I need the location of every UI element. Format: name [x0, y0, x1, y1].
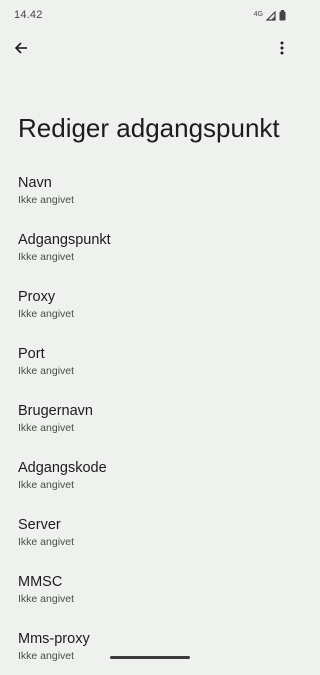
setting-title: Brugernavn — [18, 403, 93, 419]
setting-navn[interactable]: Navn Ikke angivet — [0, 162, 300, 219]
setting-summary: Ikke angivet — [18, 251, 75, 263]
setting-title: Server — [18, 517, 61, 533]
setting-mmsc[interactable]: MMSC Ikke angivet — [0, 561, 300, 618]
status-time: 14.42 — [14, 9, 43, 21]
battery-icon — [279, 8, 286, 26]
setting-summary: Ikke angivet — [18, 194, 75, 206]
setting-mms-proxy[interactable]: Mms-proxy Ikke angivet — [0, 618, 300, 675]
setting-summary: Ikke angivet — [18, 536, 75, 548]
setting-summary: Ikke angivet — [18, 479, 75, 491]
arrow-back-icon — [14, 41, 28, 60]
setting-title: Adgangskode — [18, 460, 107, 476]
setting-port[interactable]: Port Ikke angivet — [0, 333, 300, 390]
setting-title: Navn — [18, 175, 52, 191]
setting-summary: Ikke angivet — [18, 308, 75, 320]
setting-summary: Ikke angivet — [18, 422, 75, 434]
toolbar — [0, 34, 300, 66]
setting-title: MMSC — [18, 574, 63, 590]
network-type-label: 4G — [253, 10, 263, 18]
back-button[interactable] — [8, 37, 34, 63]
settings-list: Navn Ikke angivet Adgangspunkt Ikke angi… — [0, 162, 300, 675]
setting-proxy[interactable]: Proxy Ikke angivet — [0, 276, 300, 333]
setting-server[interactable]: Server Ikke angivet — [0, 504, 300, 561]
more-vert-icon — [280, 41, 284, 60]
setting-title: Port — [18, 346, 45, 362]
gesture-nav-handle[interactable] — [110, 656, 190, 659]
signal-icon — [265, 8, 276, 26]
setting-summary: Ikke angivet — [18, 365, 75, 377]
page-title: Rediger adgangspunkt — [18, 113, 280, 143]
status-bar: 14.42 4G — [0, 0, 300, 30]
setting-brugernavn[interactable]: Brugernavn Ikke angivet — [0, 390, 300, 447]
setting-adgangspunkt[interactable]: Adgangspunkt Ikke angivet — [0, 219, 300, 276]
setting-summary: Ikke angivet — [18, 593, 75, 605]
setting-title: Proxy — [18, 289, 56, 305]
status-icons: 4G — [254, 8, 286, 26]
setting-title: Adgangspunkt — [18, 232, 111, 248]
setting-adgangskode[interactable]: Adgangskode Ikke angivet — [0, 447, 300, 504]
more-options-button[interactable] — [270, 37, 294, 63]
setting-title: Mms-proxy — [18, 631, 90, 647]
